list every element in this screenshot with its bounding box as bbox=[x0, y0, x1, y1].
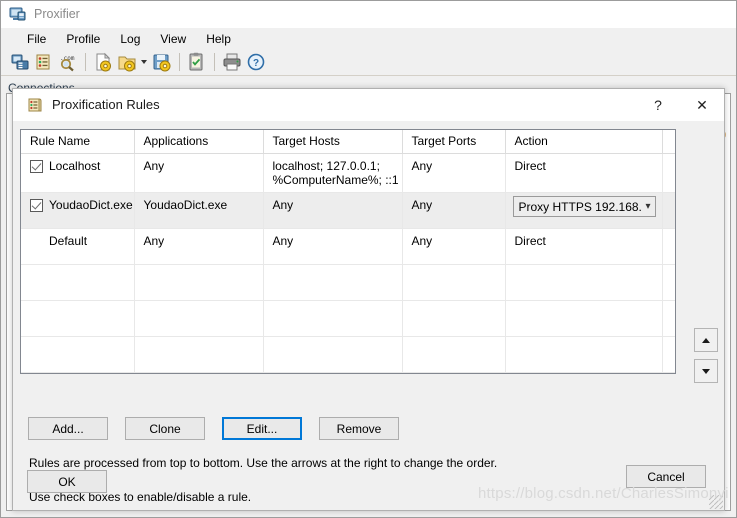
cell-spacer bbox=[662, 228, 675, 265]
table-row-empty[interactable] bbox=[21, 300, 675, 337]
toolbar-separator-2 bbox=[179, 53, 180, 71]
dialog-title: Proxification Rules bbox=[52, 97, 160, 112]
chevron-down-icon[interactable]: ▾ bbox=[645, 201, 650, 212]
cell-action: Direct bbox=[505, 153, 663, 193]
ok-button[interactable]: OK bbox=[27, 470, 107, 493]
rule-name-label: YoudaoDict.exe bbox=[49, 198, 133, 212]
menu-profile[interactable]: Profile bbox=[56, 30, 110, 48]
clone-button[interactable]: Clone bbox=[125, 417, 205, 440]
rule-action-buttons: Add... Clone Edit... Remove bbox=[28, 417, 399, 440]
resize-grip[interactable] bbox=[709, 495, 723, 509]
add-button[interactable]: Add... bbox=[28, 417, 108, 440]
cell-spacer bbox=[662, 192, 675, 229]
arrow-down-icon bbox=[702, 368, 710, 374]
cell-target-ports: Any bbox=[402, 228, 506, 265]
open-profile-icon[interactable] bbox=[116, 51, 138, 73]
app-title: Proxifier bbox=[34, 7, 80, 21]
dialog-titlebar: Proxification Rules ? ✕ bbox=[13, 89, 724, 121]
table-row[interactable]: Localhost Any localhost; 127.0.0.1; %Com… bbox=[21, 153, 675, 193]
cell-applications: Any bbox=[134, 228, 264, 265]
table-row-empty[interactable] bbox=[21, 264, 675, 301]
rule-name-label: Default bbox=[49, 234, 88, 248]
close-icon[interactable]: ✕ bbox=[680, 89, 724, 121]
menu-log[interactable]: Log bbox=[110, 30, 150, 48]
help-line-1: Rules are processed from top to bottom. … bbox=[29, 456, 498, 470]
column-header-spacer bbox=[662, 130, 675, 154]
cell-target-ports: Any bbox=[402, 192, 506, 229]
cell-rule-name[interactable]: Default bbox=[21, 228, 135, 265]
cell-target-hosts: localhost; 127.0.0.1; %ComputerName%; ::… bbox=[263, 153, 403, 193]
menu-help[interactable]: Help bbox=[196, 30, 241, 48]
column-header-action[interactable]: Action bbox=[505, 130, 663, 154]
menu-view[interactable]: View bbox=[150, 30, 196, 48]
table-row-empty[interactable] bbox=[21, 336, 675, 373]
print-icon[interactable] bbox=[221, 51, 243, 73]
proxifier-app-icon bbox=[9, 6, 27, 22]
column-header-applications[interactable]: Applications bbox=[134, 130, 264, 154]
action-dropdown-value: Proxy HTTPS 192.168.1.1 bbox=[518, 199, 643, 214]
move-down-button[interactable] bbox=[694, 359, 718, 383]
menu-bar: File Profile Log View Help bbox=[1, 28, 736, 49]
cell-applications: Any bbox=[134, 153, 264, 193]
save-profile-icon[interactable] bbox=[151, 51, 173, 73]
log-icon[interactable] bbox=[33, 51, 55, 73]
rules-document-icon bbox=[27, 97, 43, 113]
action-dropdown[interactable]: Proxy HTTPS 192.168.1.1 ▾ bbox=[512, 196, 656, 217]
dialog-body: Rule Name Applications Target Hosts Targ… bbox=[13, 121, 724, 510]
cancel-button[interactable]: Cancel bbox=[626, 465, 706, 488]
rule-enabled-checkbox[interactable] bbox=[30, 160, 43, 173]
cell-applications: YoudaoDict.exe bbox=[134, 192, 264, 229]
dialog-titlebar-buttons: ? ✕ bbox=[636, 89, 724, 121]
edit-button[interactable]: Edit... bbox=[222, 417, 302, 440]
dialog-footer: OK Cancel bbox=[13, 465, 724, 510]
rule-name-label: Localhost bbox=[49, 159, 101, 173]
menu-file[interactable]: File bbox=[17, 30, 56, 48]
cell-rule-name[interactable]: YoudaoDict.exe bbox=[21, 192, 135, 229]
connections-icon[interactable] bbox=[9, 51, 31, 73]
cell-target-hosts: Any bbox=[263, 228, 403, 265]
cell-target-hosts: Any bbox=[263, 192, 403, 229]
toolbar: .com ? bbox=[1, 49, 736, 76]
reorder-buttons bbox=[694, 328, 718, 390]
table-row[interactable]: Default Any Any Any Direct bbox=[21, 228, 675, 265]
app-titlebar: Proxifier bbox=[1, 1, 736, 28]
cell-target-ports: Any bbox=[402, 153, 506, 193]
help-icon[interactable]: ? bbox=[245, 51, 267, 73]
column-header-target-ports[interactable]: Target Ports bbox=[402, 130, 506, 154]
remove-button[interactable]: Remove bbox=[319, 417, 399, 440]
dns-lookup-icon[interactable]: .com bbox=[57, 51, 79, 73]
help-question-icon[interactable]: ? bbox=[636, 89, 680, 121]
toolbar-separator-3 bbox=[214, 53, 215, 71]
table-row[interactable]: YoudaoDict.exe YoudaoDict.exe Any Any Pr… bbox=[21, 192, 675, 229]
cell-rule-name[interactable]: Localhost bbox=[21, 153, 135, 193]
cell-spacer bbox=[662, 153, 675, 193]
proxification-rules-dialog: Proxification Rules ? ✕ Rule Name Applic… bbox=[12, 88, 725, 511]
table-row-empty[interactable] bbox=[21, 372, 675, 373]
column-header-target-hosts[interactable]: Target Hosts bbox=[263, 130, 403, 154]
cell-action: Direct bbox=[505, 228, 663, 265]
arrow-up-icon bbox=[702, 337, 710, 343]
move-up-button[interactable] bbox=[694, 328, 718, 352]
verify-profile-icon[interactable] bbox=[186, 51, 208, 73]
table-header-row: Rule Name Applications Target Hosts Targ… bbox=[21, 130, 675, 154]
cell-action[interactable]: Proxy HTTPS 192.168.1.1 ▾ bbox=[505, 192, 663, 229]
toolbar-separator-1 bbox=[85, 53, 86, 71]
rule-enabled-checkbox[interactable] bbox=[30, 199, 43, 212]
svg-text:?: ? bbox=[253, 58, 259, 69]
chevron-down-icon[interactable] bbox=[141, 60, 147, 64]
rules-table[interactable]: Rule Name Applications Target Hosts Targ… bbox=[20, 129, 676, 374]
new-profile-icon[interactable] bbox=[92, 51, 114, 73]
column-header-rule-name[interactable]: Rule Name bbox=[21, 130, 135, 154]
